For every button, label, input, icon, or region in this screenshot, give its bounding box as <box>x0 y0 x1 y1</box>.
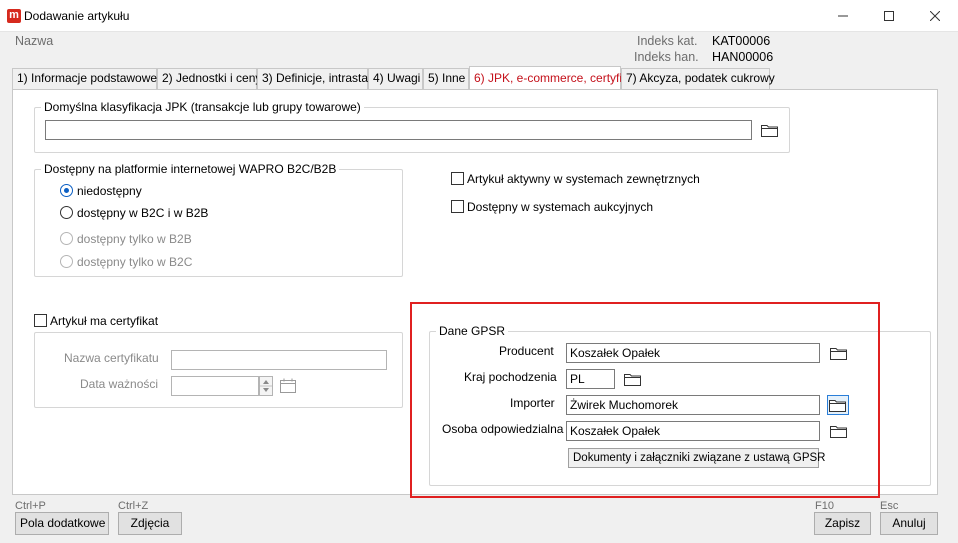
trade-index-label: Indeks han. <box>634 50 699 64</box>
extra-fields-shortcut: Ctrl+P <box>15 500 46 512</box>
radio-b2b-only <box>60 232 73 245</box>
certificate-checkbox[interactable] <box>34 314 47 327</box>
catalog-index-value: KAT00006 <box>712 34 771 48</box>
certificate-name-input <box>171 350 387 370</box>
jpk-folder-icon[interactable] <box>761 123 779 137</box>
minimize-button[interactable] <box>820 0 866 30</box>
expiry-date-label: Data ważności <box>80 377 159 391</box>
certificate-name-label: Nazwa certyfikatu <box>64 351 159 365</box>
cancel-button[interactable]: Anuluj <box>880 512 938 535</box>
active-external-label: Artykuł aktywny w systemach zewnętrznych <box>467 172 700 186</box>
name-label: Nazwa <box>15 34 54 48</box>
radio-b2c-b2b[interactable] <box>60 206 73 219</box>
auction-systems-label: Dostępny w systemach aukcyjnych <box>467 200 654 214</box>
trade-index-value: HAN00006 <box>712 50 774 64</box>
spinner-arrows-icon <box>260 380 272 392</box>
title-bar: m Dodawanie artykułu <box>0 0 958 32</box>
certificate-group <box>34 332 403 408</box>
tab-units-prices[interactable]: 2) Jednostki i ceny <box>157 68 261 89</box>
close-button[interactable] <box>912 0 958 30</box>
tab-definitions-intrastat[interactable]: 3) Definicje, intrastat <box>257 68 371 89</box>
tab-excise-sugar-tax[interactable]: 7) Akcyza, podatek cukrowy <box>621 68 775 89</box>
platform-group-title: Dostępny na platformie internetowej WAPR… <box>41 162 340 176</box>
maximize-button[interactable] <box>866 0 912 30</box>
auction-systems-checkbox[interactable] <box>451 200 464 213</box>
radio-unavailable-label: niedostępny <box>77 184 142 198</box>
maximize-icon <box>884 11 894 22</box>
close-icon <box>929 10 941 22</box>
window-title: Dodawanie artykułu <box>24 9 130 23</box>
catalog-index-label: Indeks kat. <box>637 34 698 48</box>
tab-other[interactable]: 5) Inne <box>423 68 469 89</box>
minimize-icon <box>838 15 848 17</box>
save-shortcut: F10 <box>815 500 834 512</box>
cancel-shortcut: Esc <box>880 500 899 512</box>
radio-b2b-only-label: dostępny tylko w B2B <box>77 232 192 246</box>
active-external-checkbox[interactable] <box>451 172 464 185</box>
tab-jpk-ecommerce-certificate[interactable]: 6) JPK, e-commerce, certyfikat <box>469 66 638 89</box>
tab-notes[interactable]: 4) Uwagi <box>368 68 423 89</box>
radio-unavailable[interactable] <box>60 184 73 197</box>
radio-b2c-only <box>60 255 73 268</box>
certificate-checkbox-label: Artykuł ma certyfikat <box>50 314 159 328</box>
jpk-group-title: Domyślna klasyfikacja JPK (transakcje lu… <box>41 100 364 114</box>
photos-shortcut: Ctrl+Z <box>118 500 149 512</box>
extra-fields-button[interactable]: Pola dodatkowe <box>15 512 109 535</box>
radio-b2c-only-label: dostępny tylko w B2C <box>77 255 193 269</box>
tab-basic-info[interactable]: 1) Informacje podstawowe <box>12 68 157 89</box>
jpk-classification-input[interactable] <box>45 120 752 140</box>
app-logo-icon: m <box>7 9 21 23</box>
gpsr-highlight-frame <box>410 302 880 498</box>
save-button[interactable]: Zapisz <box>814 512 871 535</box>
calendar-icon <box>280 378 296 393</box>
expiry-date-input <box>171 376 259 396</box>
photos-button[interactable]: Zdjęcia <box>118 512 182 535</box>
date-spinner <box>259 376 273 396</box>
radio-b2c-b2b-label: dostępny w B2C i w B2B <box>77 206 209 220</box>
